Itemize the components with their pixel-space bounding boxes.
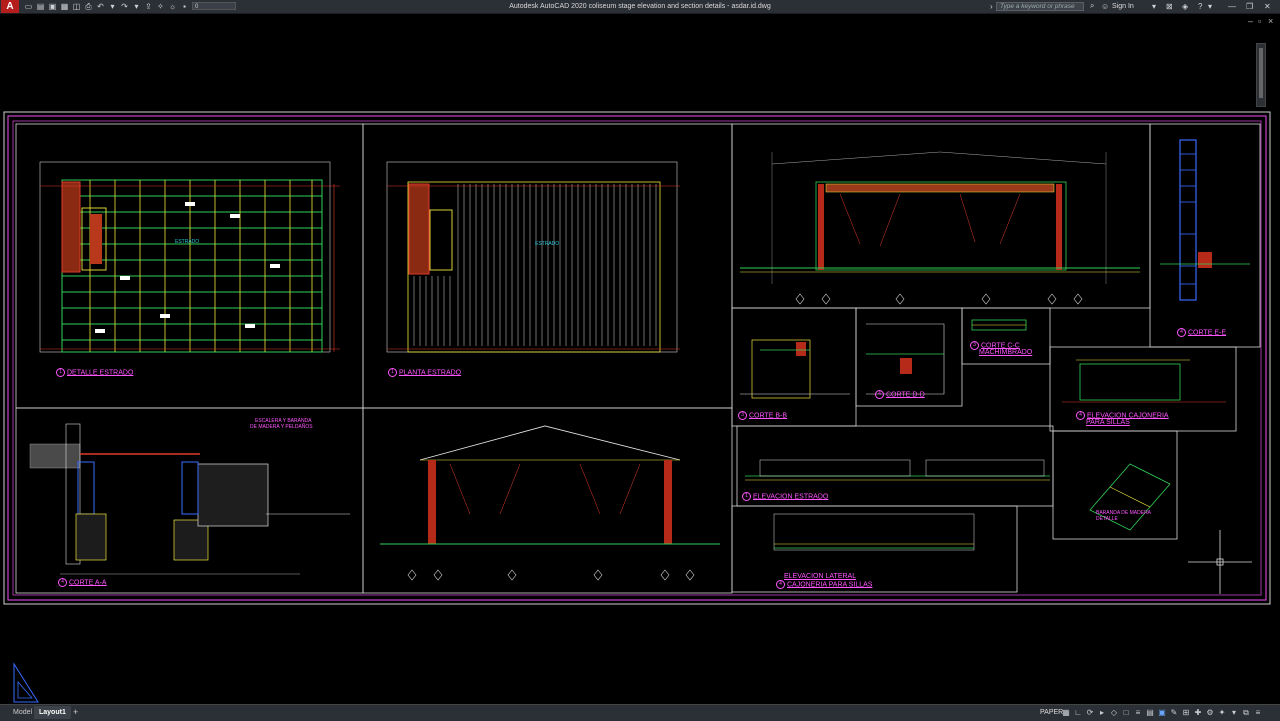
- sun-icon[interactable]: ☼: [168, 2, 177, 11]
- transparency-icon[interactable]: ▤: [1146, 708, 1154, 717]
- customize-icon[interactable]: ≡: [1254, 708, 1262, 717]
- undo-dropdown-icon[interactable]: ▾: [108, 2, 117, 11]
- note-escalera-2: DE MADERA Y PELDAÑOS: [250, 424, 313, 430]
- clean-screen-icon[interactable]: ⧉: [1242, 708, 1250, 718]
- label-corte-b-b: 3 CORTE B-B: [738, 411, 787, 420]
- section-corte-c-c: [971, 319, 1027, 331]
- elevation-coliseum: [380, 425, 720, 581]
- lineweight-icon[interactable]: ≡: [1134, 708, 1142, 717]
- connect-icon[interactable]: ◈: [1182, 0, 1188, 13]
- signin-dropdown-icon[interactable]: ▾: [1152, 0, 1156, 13]
- ortho-icon[interactable]: ⟳: [1086, 708, 1094, 717]
- workspace-icon[interactable]: ⊞: [1182, 708, 1190, 717]
- undo-icon[interactable]: ↶: [96, 2, 105, 11]
- label-planta-estrado: 1 PLANTA ESTRADO: [388, 368, 461, 377]
- autocad-logo-button[interactable]: A: [1, 0, 19, 13]
- redo-dropdown-icon[interactable]: ▾: [132, 2, 141, 11]
- quick-access-toolbar: ▭ ▤ ▣ ▦ ◫ ⎙ ↶ ▾ ↷ ▾ ⇪ ✧ ☼ ▪: [24, 1, 189, 12]
- lightbulb-icon[interactable]: ✧: [156, 2, 165, 11]
- status-toolbar: ▦ ∟ ⟳ ▸ ◇ □ ≡ ▤ ▣ ✎ ⊞ ✚ ⚙ ✦ ▾ ⧉ ≡: [1062, 706, 1262, 719]
- snap-icon[interactable]: ∟: [1074, 708, 1082, 717]
- label-corte-d-d: 4 CORTE D-D: [875, 390, 925, 399]
- new-icon[interactable]: ▭: [24, 2, 33, 11]
- grid-icon[interactable]: ▦: [1062, 708, 1070, 717]
- add-layout-button[interactable]: +: [68, 706, 83, 719]
- search-input[interactable]: Type a keyword or phrase: [996, 2, 1084, 11]
- label-elevacion-estrado: 1 ELEVACION ESTRADO: [742, 492, 828, 501]
- tab-layout1[interactable]: Layout1: [34, 706, 71, 719]
- note-estrado-1: ESTRADO: [175, 239, 200, 245]
- label-cajoneria-para-sillas: 4 CAJONERIA PARA SILLAS: [776, 580, 872, 589]
- note-barandas-2: DETALLE: [1096, 516, 1118, 522]
- saveas-icon[interactable]: ▦: [60, 2, 69, 11]
- user-icon[interactable]: ☺: [1101, 0, 1109, 13]
- exchange-icon[interactable]: ⊠: [1166, 0, 1173, 13]
- layer-icon[interactable]: ▪: [180, 2, 189, 11]
- section-corte-e-e: [1160, 139, 1250, 301]
- search-icon[interactable]: ⌕: [1090, 1, 1094, 11]
- maximize-icon[interactable]: ❐: [1246, 0, 1253, 13]
- status-bar: Model Layout1 + PAPER ▦ ∟ ⟳ ▸ ◇ □ ≡ ▤ ▣ …: [0, 704, 1280, 721]
- workspace-value: 0: [195, 4, 199, 10]
- note-estrado-2: ESTRADO: [535, 241, 560, 247]
- lock-ui-icon[interactable]: ⚙: [1206, 708, 1214, 717]
- label-para-sillas: PARA SILLAS: [1086, 419, 1130, 426]
- annotation-scale-icon[interactable]: ✎: [1170, 708, 1178, 717]
- tab-model[interactable]: Model: [8, 706, 37, 719]
- search-arrow-icon: ›: [990, 2, 993, 11]
- plan-planta-estrado: [386, 161, 680, 353]
- section-corte-b-b: [740, 339, 850, 399]
- isolate-icon[interactable]: ✦: [1218, 708, 1226, 717]
- isodraft-icon[interactable]: ◇: [1110, 708, 1118, 717]
- help-dropdown-icon[interactable]: ▾: [1208, 0, 1212, 13]
- section-corte-d-d: [866, 323, 945, 395]
- selection-cycling-icon[interactable]: ▣: [1158, 708, 1166, 717]
- minimize-icon[interactable]: —: [1228, 0, 1236, 13]
- plot-icon[interactable]: ⎙: [84, 2, 93, 11]
- elevation-lateral: [773, 513, 975, 551]
- elevation-estrado-section: [740, 151, 1140, 305]
- drawing-canvas[interactable]: – ▫ × 1 DETALLE ESTRADO 1 PLANTA ESTRADO…: [0, 14, 1280, 704]
- save-icon[interactable]: ▣: [48, 2, 57, 11]
- sign-in-button[interactable]: Sign In: [1112, 0, 1134, 13]
- elevation-cajoneria: [1062, 359, 1226, 403]
- drawing-sheet: [3, 111, 1271, 605]
- elevation-estrado: [745, 459, 1050, 481]
- close-icon[interactable]: ✕: [1264, 0, 1271, 13]
- redo-icon[interactable]: ↷: [120, 2, 129, 11]
- title-bar: A ▭ ▤ ▣ ▦ ◫ ⎙ ↶ ▾ ↷ ▾ ⇪ ✧ ☼ ▪ 0 Autodesk…: [0, 0, 1280, 14]
- label-detalle-estrado: 1 DETALLE ESTRADO: [56, 368, 133, 377]
- label-machimbrado: MACHIMBRADO: [979, 349, 1033, 356]
- quick-props-icon[interactable]: ✚: [1194, 708, 1202, 717]
- workspace-dropdown[interactable]: 0: [192, 2, 236, 10]
- help-icon[interactable]: ?: [1198, 0, 1202, 13]
- paper-space-toggle[interactable]: PAPER: [1040, 706, 1063, 719]
- hardware-accel-icon[interactable]: ▾: [1230, 708, 1238, 717]
- open-icon[interactable]: ▤: [36, 2, 45, 11]
- osnap-icon[interactable]: □: [1122, 708, 1130, 717]
- ucs-icon: [13, 662, 39, 703]
- share-icon[interactable]: ⇪: [144, 2, 153, 11]
- section-corte-a-a: [29, 423, 350, 575]
- polar-icon[interactable]: ▸: [1098, 708, 1106, 717]
- open-web-icon[interactable]: ◫: [72, 2, 81, 11]
- crosshair-cursor: [1188, 530, 1252, 594]
- plan-detalle-estrado: [39, 161, 340, 353]
- label-corte-a-a: 4 CORTE A-A: [58, 578, 107, 587]
- label-corte-e-e: 4 CORTE E-E: [1177, 328, 1226, 337]
